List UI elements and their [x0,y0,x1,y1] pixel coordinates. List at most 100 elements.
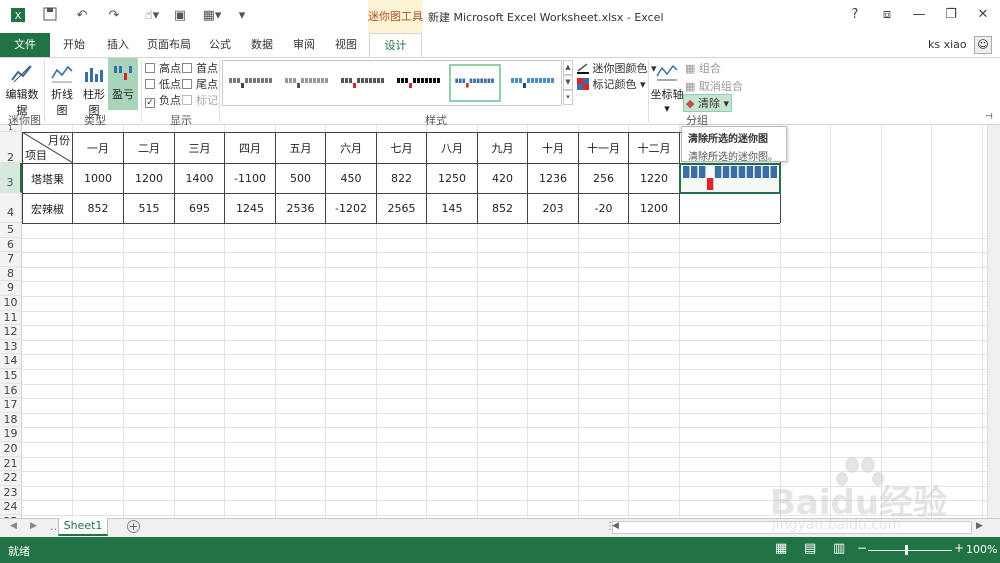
value-cell[interactable]: 2565 [377,194,426,223]
page-layout-view-icon[interactable]: ▤ [804,541,816,556]
avatar[interactable]: ☺ [974,36,992,54]
sparkline-color-button[interactable]: 迷你图颜色 ▾ [577,60,657,76]
help-button[interactable]: ? [845,6,865,24]
negative-point-checkbox[interactable]: ✓ 负点 [145,92,181,108]
high-point-checkbox[interactable]: 高点 [145,60,181,76]
sheet-next-icon[interactable]: ▶ [30,521,37,531]
markers-checkbox[interactable]: 标记 [182,92,218,108]
customize-qat-icon[interactable]: ▾ [232,7,252,25]
row-name-cell[interactable]: 塔塔果 [23,164,72,193]
close-button[interactable]: ✕ [973,6,993,24]
vertical-scrollbar[interactable] [987,125,1000,518]
month-header[interactable]: 十一月 [579,133,628,163]
style-thumb-6[interactable] [507,64,559,102]
row-header[interactable]: 22 [0,471,22,486]
value-cell[interactable]: 852 [73,194,123,223]
scroll-left-icon[interactable]: ◀ [612,521,619,531]
row-header[interactable]: 16 [0,383,22,399]
tab-formulas[interactable]: 公式 [202,33,238,57]
value-cell[interactable]: -1202 [326,194,376,223]
tab-insert[interactable]: 插入 [100,33,136,57]
month-header[interactable]: 四月 [225,133,275,163]
value-cell[interactable]: 1400 [175,164,224,193]
ungroup-button[interactable]: ▦ 取消组合 [685,78,743,94]
value-cell[interactable]: 1236 [528,164,578,193]
axis-button[interactable]: 坐标轴 ▾ [650,62,684,115]
zoom-slider[interactable] [868,550,952,551]
row-header[interactable]: 11 [0,310,22,326]
row-header[interactable]: 14 [0,354,22,369]
row-header[interactable]: 15 [0,369,22,384]
excel-app-icon[interactable]: X [8,7,28,25]
sheet-tab-sheet1[interactable]: Sheet1 [58,518,108,536]
style-thumb-1[interactable] [225,64,277,102]
gallery-up-icon[interactable]: ▲ [563,60,573,75]
add-sheet-icon[interactable]: + [127,520,140,533]
low-point-checkbox[interactable]: 低点 [145,76,181,92]
row-header[interactable]: 4 [0,193,22,223]
row-header[interactable]: 7 [0,252,22,267]
touch-mode-icon[interactable]: ☝▾ [140,7,164,25]
style-thumb-3[interactable] [337,64,389,102]
value-cell[interactable]: 1245 [225,194,275,223]
user-name[interactable]: ks xiao [928,38,967,51]
zoom-in-icon[interactable]: + [954,541,964,555]
first-point-checkbox[interactable]: 首点 [182,60,218,76]
value-cell[interactable]: 256 [579,164,628,193]
tab-data[interactable]: 数据 [244,33,280,57]
edit-data-button[interactable]: 编辑数据 [2,62,42,118]
value-cell[interactable]: 852 [478,194,527,223]
group-button[interactable]: ▦ 组合 [685,60,721,76]
row-header[interactable]: 17 [0,398,22,413]
row-header[interactable]: 20 [0,442,22,457]
sheet-prev-icon[interactable]: ◀ [10,521,17,531]
pin-ribbon-icon[interactable]: ⊣ [985,112,993,122]
row-header[interactable]: 1 [0,125,22,132]
value-cell[interactable]: 2536 [276,194,325,223]
style-thumb-2[interactable] [281,64,333,102]
value-cell[interactable]: 145 [427,194,477,223]
tab-view[interactable]: 视图 [328,33,364,57]
value-cell[interactable]: 822 [377,164,426,193]
month-header[interactable]: 二月 [124,133,174,163]
value-cell[interactable]: 1200 [629,194,679,223]
row-header[interactable]: 19 [0,427,22,442]
row-name-cell[interactable]: 宏辣椒 [23,194,72,223]
row-header[interactable]: 2 [0,132,22,164]
value-cell[interactable]: -20 [579,194,628,223]
value-cell[interactable]: 1200 [124,164,174,193]
month-header[interactable]: 八月 [427,133,477,163]
month-header[interactable]: 十二月 [629,133,679,163]
winloss-type-button[interactable]: 盈亏 [108,58,138,110]
value-cell[interactable]: 1220 [629,164,679,193]
month-header[interactable]: 九月 [478,133,527,163]
ribbon-display-icon[interactable]: ⧈ [877,6,897,24]
redo-icon[interactable]: ↷ [104,7,124,25]
last-point-checkbox[interactable]: 尾点 [182,76,218,92]
normal-view-icon[interactable]: ▦ [775,541,787,556]
value-cell[interactable]: 1250 [427,164,477,193]
row-header[interactable]: 10 [0,296,22,311]
row-header[interactable]: 8 [0,266,22,282]
sparkline-cell-selected[interactable] [679,163,781,194]
month-header[interactable]: 七月 [377,133,426,163]
tab-home[interactable]: 开始 [56,33,92,57]
value-cell[interactable]: 695 [175,194,224,223]
save-icon[interactable] [40,7,60,25]
value-cell[interactable]: -1100 [225,164,275,193]
restore-button[interactable]: ❐ [941,6,961,24]
row-header-active[interactable]: 3 [0,163,22,193]
row-header[interactable]: 5 [0,223,22,238]
undo-icon[interactable]: ↶ [72,7,92,25]
zoom-level[interactable]: 100% [966,543,997,556]
row-header[interactable]: 21 [0,456,22,472]
line-type-button[interactable]: 折线图 [46,62,78,118]
row-header[interactable]: 23 [0,485,22,501]
value-cell[interactable]: 203 [528,194,578,223]
row-header[interactable]: 9 [0,281,22,296]
zoom-slider-thumb[interactable] [905,545,908,555]
minimize-button[interactable]: — [909,6,929,24]
camera-icon[interactable]: ▣ [170,7,190,25]
page-break-view-icon[interactable]: ▥ [833,541,845,556]
corner-item-label[interactable]: 项目 [23,147,49,162]
